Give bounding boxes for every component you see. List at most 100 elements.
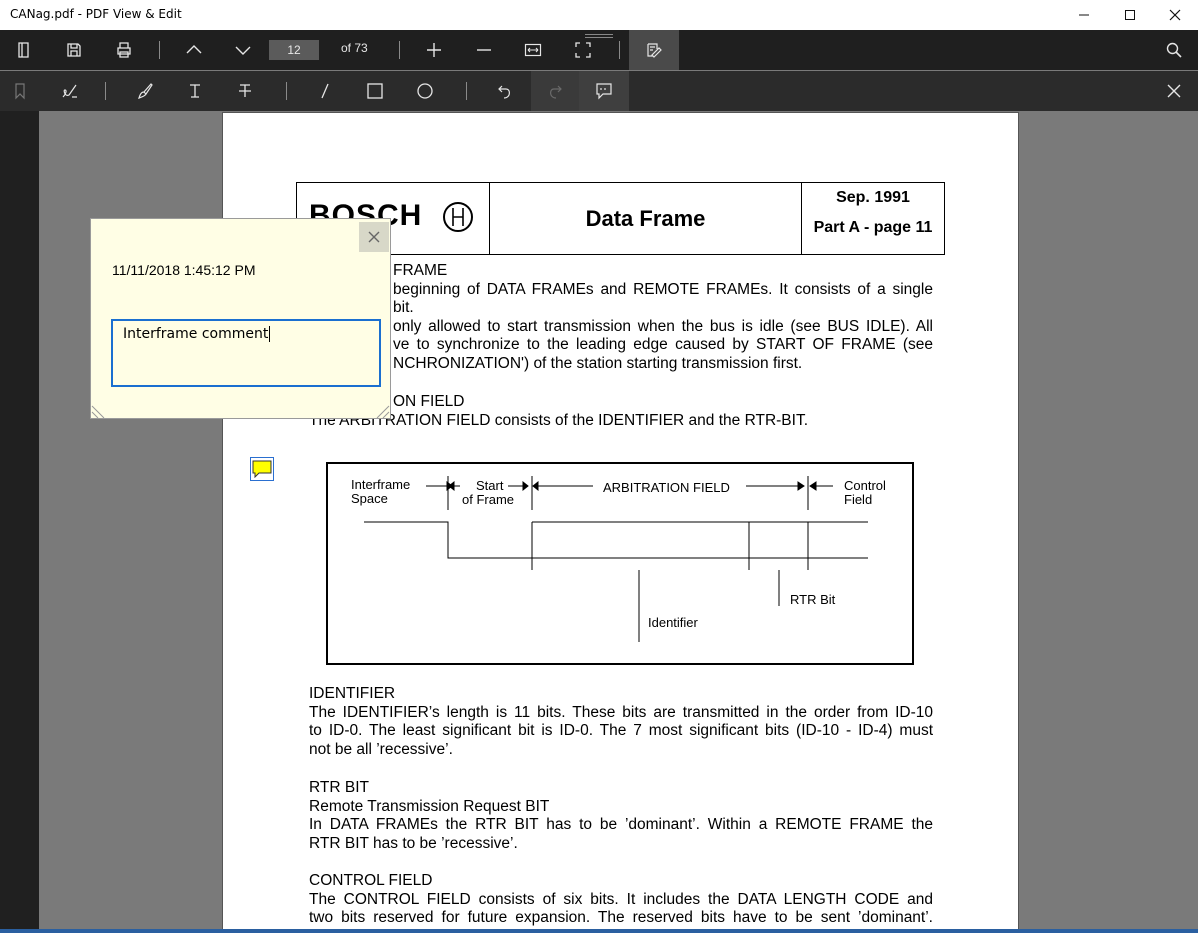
paragraph-line: two bits reserved for future expansion. … bbox=[309, 909, 933, 927]
maximize-button[interactable] bbox=[1107, 0, 1153, 30]
rtr-section: RTR BIT Remote Transmission Request BIT … bbox=[309, 779, 933, 853]
rectangle-icon bbox=[367, 83, 383, 99]
rectangle-tool[interactable] bbox=[355, 71, 395, 111]
signature-pen-icon bbox=[62, 84, 77, 98]
plus-icon bbox=[427, 43, 441, 57]
zoom-out-button[interactable] bbox=[464, 30, 504, 70]
text-cursor-icon bbox=[190, 84, 200, 98]
bookmark-button[interactable] bbox=[0, 71, 40, 111]
paragraph-line: bit. bbox=[393, 299, 414, 317]
zoom-in-button[interactable] bbox=[414, 30, 454, 70]
toolbar-separator bbox=[399, 41, 400, 59]
save-button[interactable] bbox=[54, 30, 94, 70]
thumbnails-button[interactable] bbox=[4, 30, 44, 70]
comment-text: Interframe comment bbox=[123, 326, 269, 342]
paragraph-line: to ID-0. The least significant bit is ID… bbox=[309, 722, 933, 740]
close-comment-button[interactable] bbox=[359, 222, 389, 252]
close-icon bbox=[1169, 9, 1181, 21]
resize-grip-right[interactable] bbox=[374, 402, 390, 419]
section-heading: FRAME bbox=[393, 262, 448, 279]
window-title: CANag.pdf - PDF View & Edit bbox=[10, 7, 182, 21]
add-comment-tool[interactable] bbox=[579, 71, 629, 111]
paragraph-line: In DATA FRAMEs the RTR BIT has to be ’do… bbox=[309, 816, 933, 834]
close-annotation-toolbar-button[interactable] bbox=[1154, 71, 1194, 111]
toolbar-separator bbox=[286, 82, 287, 100]
maximize-icon bbox=[1125, 10, 1135, 20]
toolbar-separator bbox=[466, 82, 467, 100]
previous-page-button[interactable] bbox=[174, 30, 214, 70]
comment-text-input[interactable]: Interframe comment bbox=[111, 319, 381, 387]
resize-grip-left[interactable] bbox=[91, 402, 107, 419]
section-heading: CONTROL FIELD bbox=[309, 872, 433, 889]
paragraph-line: The ARBITRATION FIELD consists of the ID… bbox=[309, 411, 809, 429]
chevron-up-icon bbox=[186, 45, 202, 54]
close-window-button[interactable] bbox=[1152, 0, 1198, 30]
comment-icon bbox=[596, 83, 612, 100]
search-button[interactable] bbox=[1154, 30, 1194, 70]
diagram-label-start: of Frame bbox=[462, 492, 515, 507]
resize-grip-icon bbox=[91, 405, 105, 419]
annotate-icon-wrap bbox=[634, 30, 674, 70]
ellipse-tool[interactable] bbox=[405, 71, 445, 111]
close-icon bbox=[1167, 84, 1181, 98]
toolbar-separator bbox=[105, 82, 106, 100]
diagram-label-arbitration: ARBITRATION FIELD bbox=[603, 480, 730, 495]
undo-icon bbox=[498, 85, 510, 99]
resize-grip-icon bbox=[376, 405, 390, 419]
brush-icon bbox=[138, 83, 153, 99]
book-icon bbox=[18, 42, 29, 58]
diagram-label-rtr: RTR Bit bbox=[790, 592, 836, 607]
annotate-mode-button[interactable] bbox=[629, 30, 679, 70]
paragraph-line: NCHRONIZATION') of the station starting … bbox=[393, 354, 803, 372]
circle-icon bbox=[417, 83, 433, 99]
main-toolbar: 12 of 73 bbox=[0, 30, 1198, 70]
redo-button[interactable] bbox=[531, 71, 579, 111]
page-header-title: Data Frame bbox=[490, 183, 802, 254]
paragraph-line: The CONTROL FIELD consists of six bits. … bbox=[309, 890, 933, 908]
sticky-note-icon bbox=[252, 460, 272, 478]
fit-width-button[interactable] bbox=[513, 30, 553, 70]
left-rail bbox=[0, 111, 39, 933]
print-button[interactable] bbox=[104, 30, 144, 70]
bosch-armature-icon bbox=[443, 202, 473, 232]
diagram-label-control: Control bbox=[844, 478, 886, 493]
line-tool[interactable] bbox=[305, 71, 345, 111]
save-icon bbox=[67, 43, 81, 57]
next-page-button[interactable] bbox=[223, 30, 263, 70]
strikethrough-icon bbox=[239, 84, 251, 97]
text-tool[interactable] bbox=[175, 71, 215, 111]
signature-tool[interactable] bbox=[50, 71, 90, 111]
text-caret bbox=[269, 326, 271, 342]
diagram-label-interframe: Interframe bbox=[351, 477, 411, 492]
bookmark-icon bbox=[15, 83, 25, 100]
minimize-icon bbox=[1079, 14, 1089, 16]
toolbar-separator bbox=[619, 41, 620, 59]
strikethrough-tool[interactable] bbox=[225, 71, 265, 111]
annotation-toolbar bbox=[0, 71, 1198, 111]
identifier-section: IDENTIFIER The IDENTIFIER’s length is 11… bbox=[309, 685, 933, 759]
redo-icon bbox=[550, 85, 562, 99]
annotate-pen-icon bbox=[647, 43, 662, 58]
printer-icon bbox=[117, 42, 131, 58]
paragraph-line: ve to synchronize to the leading edge ca… bbox=[393, 336, 933, 354]
section-heading: IDENTIFIER bbox=[309, 685, 396, 702]
minus-icon bbox=[477, 49, 491, 51]
arbitration-section: ON FIELD The ARBITRATION FIELD consists … bbox=[309, 393, 933, 430]
comment-annotation-marker[interactable] bbox=[250, 457, 274, 481]
comment-popup: 11/11/2018 1:45:12 PM Interframe comment bbox=[91, 219, 390, 419]
sof-section: FRAME beginning of DATA FRAMEs and REMOT… bbox=[309, 262, 933, 374]
page-number-input[interactable]: 12 bbox=[269, 40, 319, 60]
arbitration-diagram: Interframe Space Start of Frame ARBITRAT… bbox=[326, 462, 914, 665]
diagram-label-interframe: Space bbox=[351, 491, 388, 506]
highlight-tool[interactable] bbox=[125, 71, 165, 111]
comment-timestamp: 11/11/2018 1:45:12 PM bbox=[112, 262, 256, 278]
undo-button[interactable] bbox=[485, 71, 525, 111]
search-icon bbox=[1166, 42, 1182, 58]
page-header-part: Part A - page 11 bbox=[813, 219, 933, 236]
diagram-label-control: Field bbox=[844, 492, 873, 507]
title-bar: CANag.pdf - PDF View & Edit bbox=[0, 0, 1198, 30]
minimize-button[interactable] bbox=[1061, 0, 1107, 30]
chevron-down-icon bbox=[235, 46, 251, 55]
toolbar-separator bbox=[159, 41, 160, 59]
fit-page-icon bbox=[575, 42, 591, 58]
